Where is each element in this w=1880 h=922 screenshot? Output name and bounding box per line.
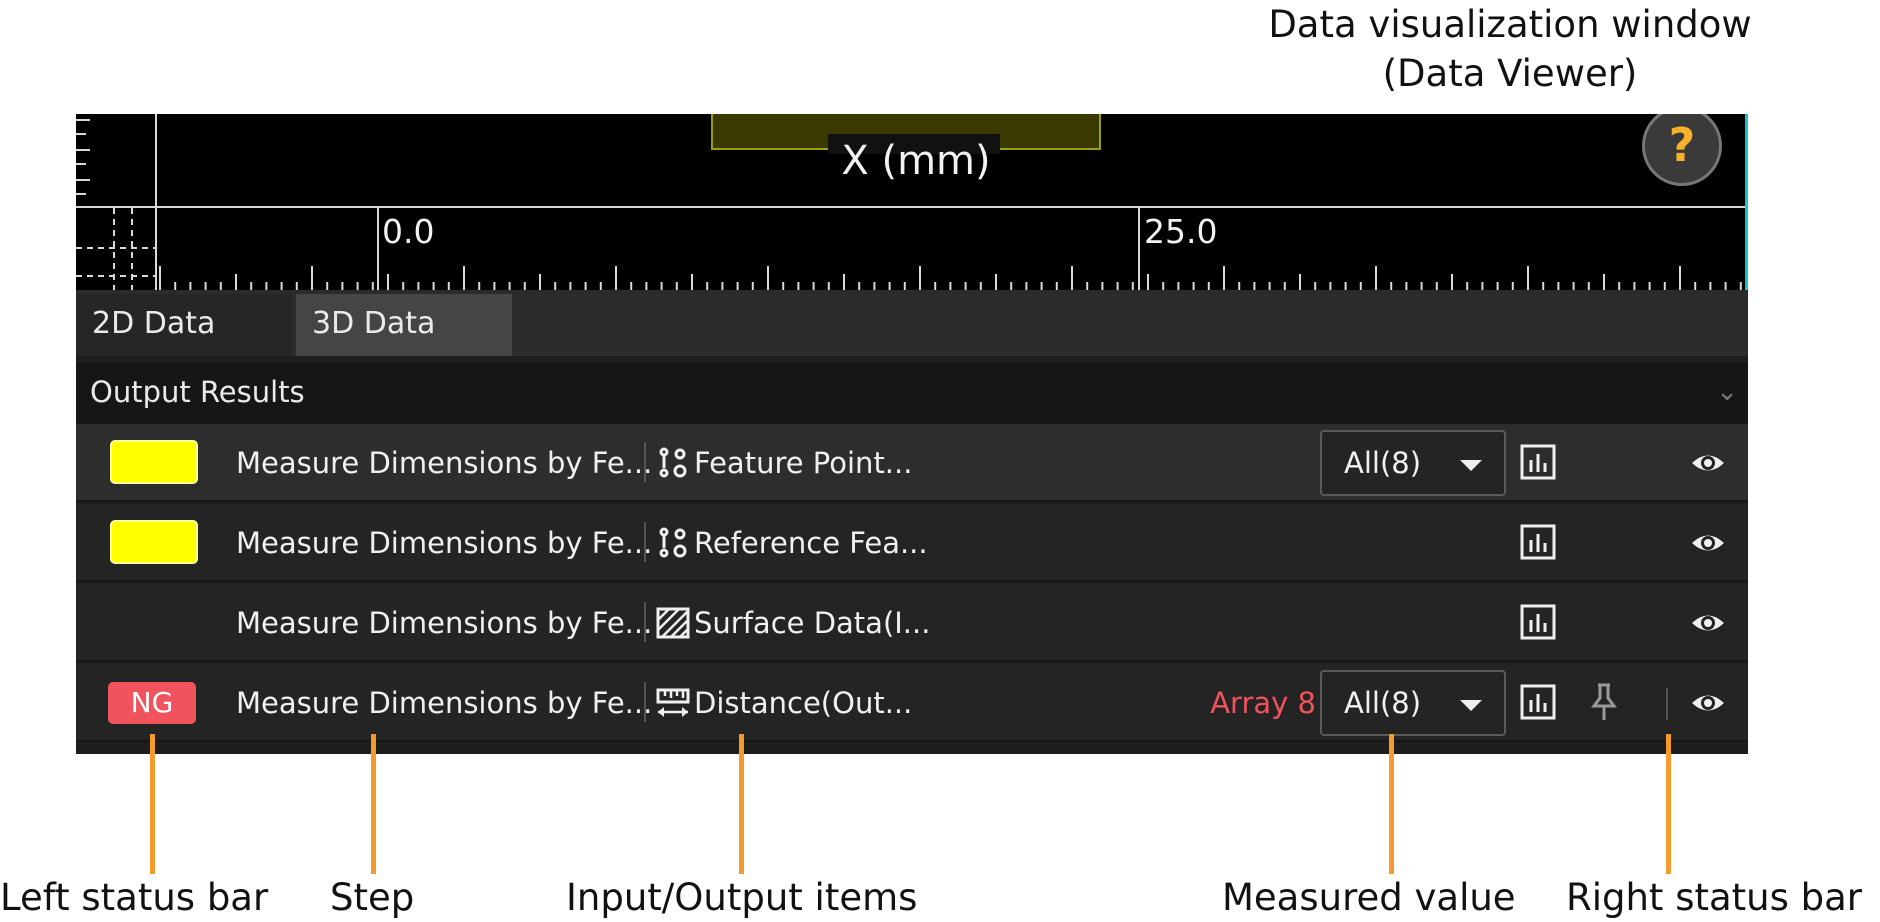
tick-label-0: 0.0 — [382, 212, 435, 251]
step-name: Measure Dimensions by Fe... — [236, 686, 653, 720]
callout-data-viewer-line1: Data visualization window — [1268, 3, 1752, 46]
status-color-swatch — [110, 520, 198, 564]
bar-chart-icon[interactable] — [1520, 604, 1556, 640]
caret-down-icon — [1460, 700, 1482, 711]
ng-status-badge: NG — [108, 682, 196, 724]
tick-label-25: 25.0 — [1144, 212, 1218, 251]
bar-chart-icon[interactable] — [1520, 524, 1556, 560]
step-name: Measure Dimensions by Fe... — [236, 606, 653, 640]
result-row[interactable]: Measure Dimensions by Fe... Surface Data… — [76, 584, 1748, 662]
callout-line-io — [739, 734, 744, 874]
bar-chart-icon[interactable] — [1520, 444, 1556, 480]
pin-icon[interactable] — [1586, 682, 1622, 722]
distance-ruler-icon — [656, 688, 690, 717]
column-separator — [644, 602, 646, 642]
result-row[interactable]: Measure Dimensions by Fe... Feature Poin… — [76, 424, 1748, 502]
callout-line-right-status — [1666, 734, 1671, 874]
io-item-label: Reference Fea... — [694, 526, 928, 560]
column-separator — [644, 522, 646, 562]
callout-left-status-bar: Left status bar — [0, 876, 269, 919]
callout-data-viewer: Data visualization window (Data Viewer) — [1200, 0, 1820, 98]
result-row[interactable]: NG Measure Dimensions by Fe... Distance(… — [76, 664, 1748, 742]
callout-right-status-bar: Right status bar — [1566, 876, 1863, 919]
eye-icon[interactable] — [1690, 526, 1726, 560]
eye-icon[interactable] — [1690, 446, 1726, 480]
io-item-label: Surface Data(I... — [694, 606, 931, 640]
measured-value-dropdown[interactable]: All(8) — [1320, 430, 1506, 496]
x-axis-label: X (mm) — [841, 138, 991, 184]
step-name: Measure Dimensions by Fe... — [236, 446, 653, 480]
io-item-label: Distance(Out... — [694, 686, 913, 720]
caret-down-icon — [1460, 460, 1482, 471]
callout-line-step — [371, 734, 376, 874]
viewer-edge-indicator — [1745, 114, 1748, 290]
chevron-down-icon[interactable]: ⌄ — [1716, 362, 1738, 422]
callout-io-items: Input/Output items — [566, 876, 918, 919]
io-item-label: Feature Point... — [694, 446, 913, 480]
column-separator — [644, 682, 646, 722]
feature-points-icon — [659, 447, 687, 478]
surface-data-icon — [656, 607, 690, 639]
ruler-horizontal-divider — [76, 206, 1748, 208]
result-row[interactable]: Measure Dimensions by Fe... Reference Fe… — [76, 504, 1748, 582]
callout-step: Step — [330, 876, 415, 919]
feature-points-icon — [659, 527, 687, 558]
step-name: Measure Dimensions by Fe... — [236, 526, 653, 560]
measured-value-text: Array 8 — [1210, 686, 1316, 720]
eye-icon[interactable] — [1690, 686, 1726, 720]
measured-value-dropdown[interactable]: All(8) — [1320, 670, 1506, 736]
view-tabs: 2D Data View 3D Data View — [76, 290, 1748, 401]
dropdown-selected-value: All(8) — [1344, 686, 1422, 720]
ruler-vertical-divider — [155, 114, 157, 290]
tab-2d-data-view[interactable]: 2D Data View — [76, 294, 292, 401]
right-status-separator — [1666, 688, 1668, 720]
callout-data-viewer-line2: (Data Viewer) — [1382, 52, 1638, 95]
app-window: X (mm) 0.0 25.0 ? 2D Data View 3D Data V… — [76, 114, 1748, 754]
eye-icon[interactable] — [1690, 606, 1726, 640]
dropdown-selected-value: All(8) — [1344, 446, 1422, 480]
tab-3d-data-view[interactable]: 3D Data View — [296, 294, 512, 401]
column-separator — [644, 442, 646, 482]
callout-line-measured — [1389, 734, 1394, 874]
output-results-title: Output Results — [90, 375, 305, 409]
callout-line-left-status — [150, 734, 155, 874]
callout-measured-value: Measured value — [1222, 876, 1516, 919]
output-results-header[interactable]: Output Results ⌄ — [76, 362, 1748, 424]
data-viewer[interactable]: X (mm) 0.0 25.0 ? — [76, 114, 1748, 290]
status-color-swatch — [110, 440, 198, 484]
bar-chart-icon[interactable] — [1520, 684, 1556, 720]
